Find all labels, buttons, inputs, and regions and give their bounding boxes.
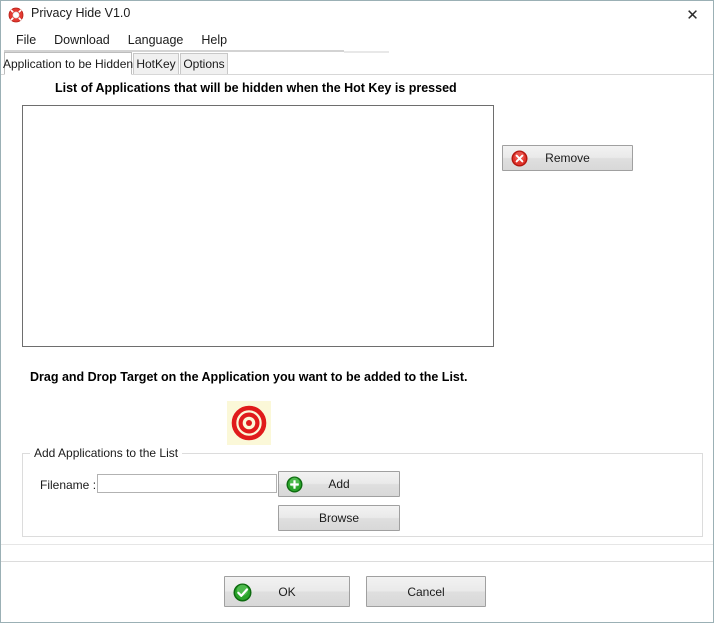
- ok-button[interactable]: OK: [224, 576, 350, 607]
- content-divider: [1, 561, 713, 562]
- tab-options[interactable]: Options: [180, 53, 228, 74]
- ok-button-label: OK: [278, 584, 296, 599]
- lifering-icon: [8, 7, 24, 23]
- cancel-button-label: Cancel: [407, 584, 445, 599]
- browse-button[interactable]: Browse: [278, 505, 400, 531]
- hidden-applications-listbox[interactable]: [22, 105, 494, 347]
- menu-item-file[interactable]: File: [7, 31, 45, 49]
- tab-content-panel: List of Applications that will be hidden…: [1, 75, 713, 622]
- filename-label: Filename :: [40, 478, 97, 492]
- green-check-circle-icon: [233, 583, 252, 602]
- content-divider-top: [1, 544, 713, 545]
- window-title: Privacy Hide V1.0: [31, 6, 131, 20]
- list-heading: List of Applications that will be hidden…: [55, 81, 457, 95]
- filename-input[interactable]: [97, 474, 277, 493]
- tab-strip: Application to be Hidden HotKey Options: [1, 52, 713, 75]
- remove-button-label: Remove: [545, 151, 590, 165]
- tab-application-to-be-hidden[interactable]: Application to be Hidden: [3, 52, 133, 75]
- menu-item-language[interactable]: Language: [119, 31, 193, 49]
- app-window: Privacy Hide V1.0 ✕ File Download Langua…: [0, 0, 714, 623]
- green-plus-circle-icon: [286, 476, 303, 493]
- browse-button-label: Browse: [318, 511, 359, 525]
- menu-item-help[interactable]: Help: [192, 31, 236, 49]
- drag-drop-instruction: Drag and Drop Target on the Application …: [30, 370, 468, 384]
- bullseye-target-icon[interactable]: [227, 401, 271, 445]
- add-applications-groupbox-label: Add Applications to the List: [30, 446, 183, 460]
- cancel-button[interactable]: Cancel: [366, 576, 486, 607]
- remove-button[interactable]: Remove: [502, 145, 633, 171]
- title-bar: Privacy Hide V1.0 ✕: [1, 1, 713, 29]
- close-button[interactable]: ✕: [670, 1, 713, 29]
- red-x-circle-icon: [511, 150, 528, 167]
- add-button-label: Add: [328, 477, 350, 491]
- close-icon: ✕: [686, 5, 699, 24]
- menu-bar: File Download Language Help: [1, 29, 713, 51]
- add-button[interactable]: Add: [278, 471, 400, 497]
- tab-hotkey[interactable]: HotKey: [133, 53, 179, 74]
- menu-item-download[interactable]: Download: [45, 31, 119, 49]
